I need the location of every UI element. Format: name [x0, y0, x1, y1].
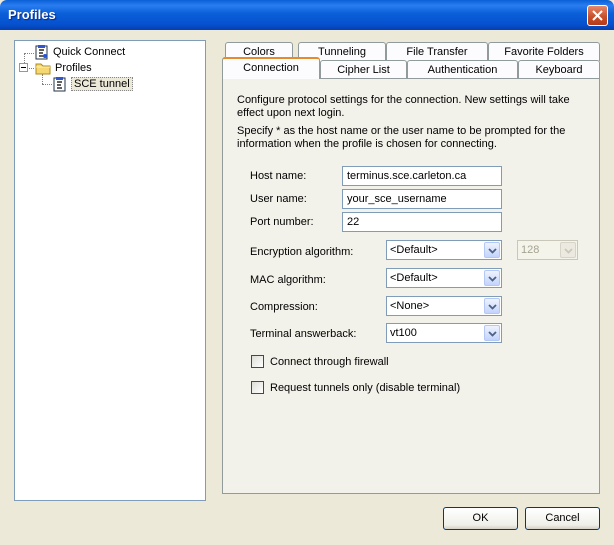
port-number-input[interactable]: 22	[342, 212, 502, 232]
title-bar[interactable]: Profiles	[0, 0, 614, 30]
key-length-value: 128	[521, 244, 540, 256]
dropdown-arrow[interactable]	[484, 325, 500, 341]
tree-item-label: Profiles	[55, 62, 92, 74]
terminal-answerback-select[interactable]: vt100	[386, 323, 502, 343]
tree-connector	[42, 84, 52, 85]
tab-keyboard[interactable]: Keyboard	[518, 60, 600, 79]
connection-panel: Configure protocol settings for the conn…	[222, 78, 600, 494]
compression-value: <None>	[390, 300, 430, 312]
tab-file-transfer[interactable]: File Transfer	[386, 42, 488, 61]
tree-item-profiles[interactable]: Profiles	[35, 60, 92, 76]
chevron-down-icon	[488, 276, 497, 282]
chevron-down-icon	[488, 248, 497, 254]
mac-algorithm-select[interactable]: <Default>	[386, 268, 502, 288]
folder-icon	[35, 63, 51, 75]
cancel-button[interactable]: Cancel	[525, 507, 600, 530]
dropdown-arrow[interactable]	[484, 270, 500, 286]
encryption-algorithm-select[interactable]: <Default>	[386, 240, 502, 260]
request-tunnels-only-checkbox[interactable]	[251, 381, 264, 394]
request-tunnels-only-label: Request tunnels only (disable terminal)	[270, 381, 461, 394]
terminal-answerback-value: vt100	[390, 327, 417, 339]
compression-select[interactable]: <None>	[386, 296, 502, 316]
encryption-algorithm-value: <Default>	[390, 244, 438, 256]
dropdown-arrow[interactable]	[484, 298, 500, 314]
mac-algorithm-label: MAC algorithm:	[250, 274, 326, 286]
tree-item-sce-tunnel[interactable]: SCE tunnel	[53, 76, 133, 92]
tab-connection[interactable]: Connection	[222, 57, 320, 79]
port-number-label: Port number:	[250, 216, 314, 228]
compression-label: Compression:	[250, 301, 318, 313]
connect-through-firewall-option[interactable]: Connect through firewall	[251, 355, 389, 368]
close-icon	[592, 10, 603, 21]
description-prompt: Specify * as the host name or the user n…	[237, 125, 566, 150]
dropdown-arrow[interactable]	[560, 242, 576, 258]
tab-favorite-folders[interactable]: Favorite Folders	[488, 42, 600, 61]
chevron-down-icon	[488, 331, 497, 337]
tree-item-quick-connect[interactable]: Quick Connect	[35, 44, 125, 60]
host-name-label: Host name:	[250, 170, 307, 182]
mac-algorithm-value: <Default>	[390, 272, 438, 284]
dropdown-arrow[interactable]	[484, 242, 500, 258]
tree-connector	[24, 53, 34, 54]
description-settings: Configure protocol settings for the conn…	[237, 94, 570, 119]
tree-item-label: SCE tunnel	[71, 77, 133, 91]
chevron-down-icon	[488, 304, 497, 310]
tab-cipher-list[interactable]: Cipher List	[320, 60, 407, 79]
encryption-algorithm-label: Encryption algorithm:	[250, 246, 354, 258]
request-tunnels-only-option[interactable]: Request tunnels only (disable terminal)	[251, 381, 460, 394]
key-length-select[interactable]: 128	[517, 240, 578, 260]
profiles-dialog: Profiles Quick Connect Profiles SCE tunn…	[0, 0, 614, 545]
host-name-input[interactable]: terminus.sce.carleton.ca	[342, 166, 502, 186]
profile-icon	[53, 77, 66, 92]
connect-through-firewall-label: Connect through firewall	[270, 355, 389, 368]
tree-connector	[29, 68, 34, 69]
window-title: Profiles	[8, 7, 56, 22]
profile-tree[interactable]: Quick Connect Profiles SCE tunnel	[14, 40, 206, 501]
tree-item-label: Quick Connect	[53, 46, 126, 58]
user-name-label: User name:	[250, 193, 307, 205]
tab-authentication[interactable]: Authentication	[407, 60, 518, 79]
collapse-profiles-toggle[interactable]	[19, 63, 28, 72]
quick-connect-icon	[35, 45, 48, 60]
ok-button[interactable]: OK	[443, 507, 518, 530]
terminal-answerback-label: Terminal answerback:	[250, 328, 357, 340]
close-button[interactable]	[587, 5, 608, 26]
user-name-input[interactable]: your_sce_username	[342, 189, 502, 209]
connect-through-firewall-checkbox[interactable]	[251, 355, 264, 368]
chevron-down-icon	[564, 248, 573, 254]
